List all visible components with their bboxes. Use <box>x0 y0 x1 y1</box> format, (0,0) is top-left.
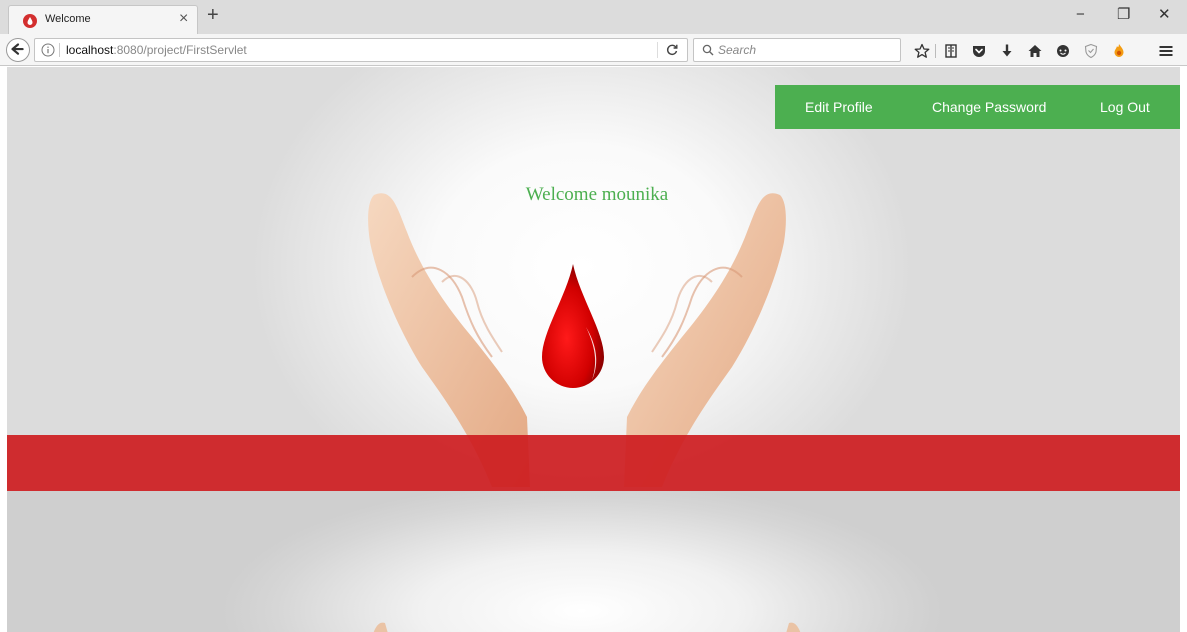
pocket-icon[interactable] <box>971 43 987 59</box>
back-button[interactable] <box>6 38 30 62</box>
close-window-icon[interactable]: ✕ <box>1158 6 1171 24</box>
download-icon[interactable] <box>999 43 1015 59</box>
minimize-icon[interactable]: − <box>1076 6 1085 24</box>
shield-icon[interactable] <box>1083 43 1099 59</box>
hero-image-repeat <box>7 491 1180 632</box>
site-info-icon[interactable] <box>41 43 55 57</box>
tab-bar: Welcome × + − ❐ ✕ <box>0 0 1187 34</box>
url-divider <box>657 42 658 58</box>
home-icon[interactable] <box>1027 43 1043 59</box>
new-tab-icon[interactable]: + <box>207 4 219 26</box>
cupped-hands-peek-image <box>373 622 801 632</box>
change-password-link[interactable]: Change Password <box>932 99 1046 115</box>
search-input[interactable] <box>718 41 893 59</box>
welcome-message: Welcome mounika <box>525 184 669 205</box>
bookmark-star-icon[interactable] <box>914 43 930 59</box>
chat-icon[interactable] <box>1055 43 1071 59</box>
page-viewport: Welcome mounika Edit Profile Change Pass… <box>7 67 1180 632</box>
extension-icon[interactable] <box>1111 43 1127 59</box>
restore-icon[interactable]: ❐ <box>1117 6 1130 24</box>
back-arrow-icon <box>11 43 24 55</box>
edit-profile-link[interactable]: Edit Profile <box>805 99 873 115</box>
log-out-link[interactable]: Log Out <box>1100 99 1150 115</box>
tab-title: Welcome <box>45 13 91 25</box>
toolbar-separator <box>935 44 936 58</box>
url-path: :8080/project/FirstServlet <box>113 43 247 57</box>
url-text[interactable]: localhost:8080/project/FirstServlet <box>66 43 247 57</box>
reading-list-icon[interactable] <box>943 43 959 59</box>
red-banner-strip <box>7 435 1180 491</box>
tab-close-icon[interactable]: × <box>179 10 188 28</box>
search-icon <box>702 44 714 56</box>
url-host: localhost <box>66 43 114 57</box>
blood-drop-favicon-icon <box>23 14 37 28</box>
navigation-toolbar: localhost:8080/project/FirstServlet <box>0 34 1187 66</box>
url-separator <box>59 43 60 57</box>
url-bar[interactable]: localhost:8080/project/FirstServlet <box>34 38 688 62</box>
search-bar[interactable] <box>693 38 901 62</box>
blood-drop-icon <box>542 264 604 388</box>
reload-icon[interactable] <box>665 43 679 57</box>
active-tab[interactable]: Welcome × <box>8 5 198 34</box>
top-nav-menu: Edit Profile Change Password Log Out <box>775 85 1180 129</box>
hamburger-menu-icon[interactable] <box>1158 43 1174 59</box>
